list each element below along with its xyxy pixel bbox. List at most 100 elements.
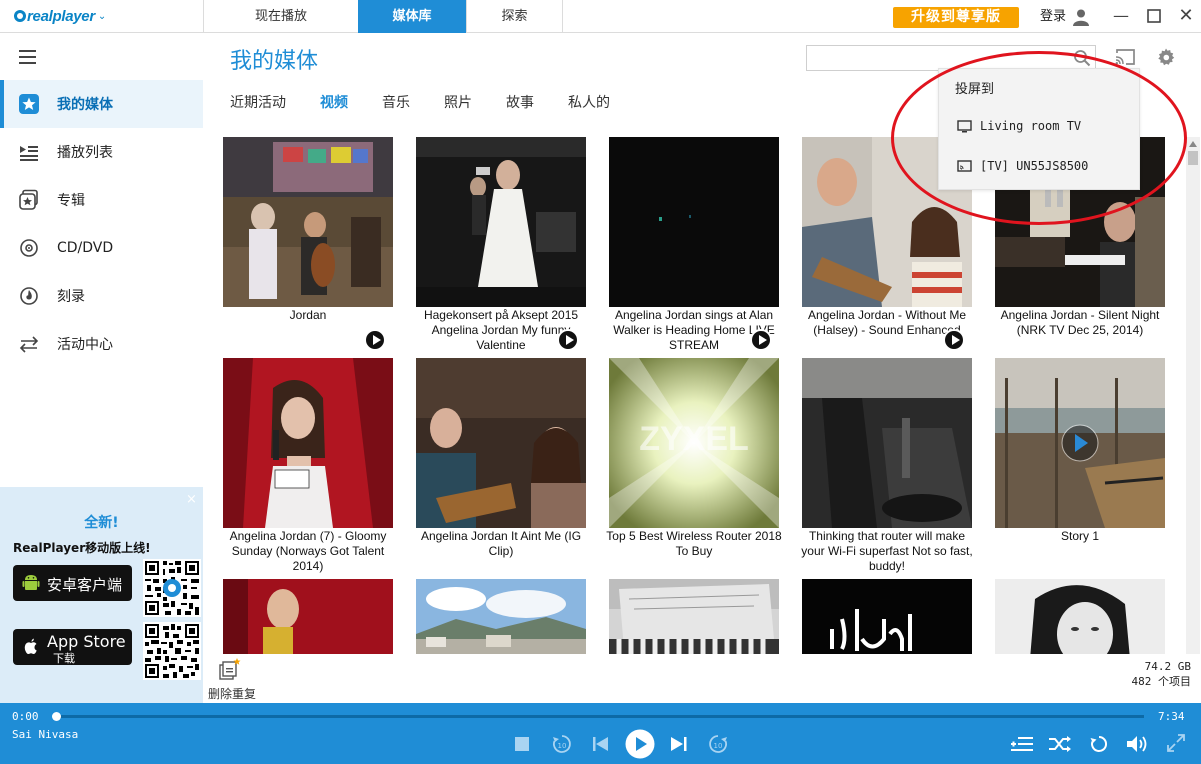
mobile-promo-panel: × 全新! RealPlayer移动版上线! 安卓客户端 App Store 下… [0,487,203,703]
sidebar-item-cd-dvd[interactable]: CD/DVD [0,224,203,272]
apple-icon [24,638,37,654]
android-client-button[interactable]: 安卓客户端 [13,565,132,601]
svg-text:ZYXEL: ZYXEL [639,420,749,458]
media-library-panel: 我的媒体 近期活动 视频 音乐 照片 故事 私人的 Jordan Hagekon… [203,33,1201,703]
android-qr-code [143,559,201,617]
monitor-icon [957,119,972,132]
video-thumbnail [223,358,393,528]
promo-close-button[interactable]: × [186,492,197,507]
user-icon[interactable] [1072,8,1090,26]
sidebar-item-label: CD/DVD [57,240,114,256]
minimize-button[interactable]: — [1111,6,1131,26]
shuffle-button[interactable] [1048,735,1072,753]
cast-tv-icon [957,159,972,172]
rewind-10-button[interactable]: 10 [552,734,572,754]
library-footer: 删除重复 74.2 GB 482 个项目 [203,654,1201,703]
repeat-button[interactable] [1089,734,1109,754]
video-thumbnail [609,579,779,654]
sidebar-item-label: 活动中心 [57,337,113,353]
sidebar-item-albums[interactable]: 专辑 [0,176,203,224]
video-grid: Jordan Hagekonsert på Aksept 2015 Angeli… [223,137,1185,654]
seek-knob[interactable] [52,712,61,721]
expand-icon [1167,734,1185,752]
stop-button[interactable] [514,736,530,752]
forward-10-icon: 10 [709,735,727,753]
cast-device-label: Living room TV [980,119,1082,133]
ios-qr-code [143,622,201,680]
search-icon[interactable] [1073,49,1091,67]
seek-bar[interactable] [56,715,1144,718]
play-icon[interactable] [943,329,965,351]
play-button[interactable] [625,729,655,759]
stop-icon [515,737,529,751]
sidebar-item-burn[interactable]: 刻录 [0,272,203,320]
forward-10-button[interactable]: 10 [708,734,728,754]
subtab-stories[interactable]: 故事 [506,92,534,112]
remove-duplicates-icon[interactable] [218,657,242,681]
play-icon[interactable] [750,329,772,351]
total-time: 7:34 [1158,710,1185,723]
player-bar: 0:00 7:34 Sai Nivasa 10 10 [0,703,1201,764]
cast-menu-title: 投屏到 [955,82,995,97]
tab-library[interactable]: 媒体库 [358,0,466,33]
playlist-queue-icon [1011,737,1033,751]
media-type-tabs: 近期活动 视频 音乐 照片 故事 私人的 [230,92,644,112]
sidebar-item-activity-center[interactable]: 活动中心 [0,320,203,368]
scrollbar-thumb[interactable] [1188,151,1198,165]
hamburger-menu-icon[interactable] [19,50,36,64]
maximize-button[interactable] [1144,6,1164,26]
app-store-button[interactable]: App Store 下载 [13,629,132,665]
cast-device-living-room-tv[interactable]: Living room TV [957,119,1081,133]
subtab-recent[interactable]: 近期活动 [230,92,286,112]
video-thumbnail [609,137,779,307]
video-title: Story 1 [1060,529,1099,543]
subtab-video[interactable]: 视频 [320,92,348,112]
fullscreen-button[interactable] [1167,734,1185,752]
svg-text:10: 10 [558,742,567,750]
subtab-music[interactable]: 音乐 [382,92,410,112]
playlist-button[interactable] [1010,735,1034,753]
track-name: Sai Nivasa [12,728,79,741]
sidebar-item-playlists[interactable]: 播放列表 [0,128,203,176]
tab-explore[interactable]: 探索 [466,0,563,33]
gear-icon[interactable] [1156,47,1176,67]
close-button[interactable]: ✕ [1176,6,1196,26]
login-link[interactable]: 登录 [1040,7,1066,27]
previous-button[interactable] [592,736,610,752]
sidebar-item-label: 刻录 [57,289,85,305]
current-time: 0:00 [12,710,39,723]
video-title: Top 5 Best Wireless Router 2018 To Buy [606,529,782,558]
video-thumbnail [995,358,1165,528]
subtab-photos[interactable]: 照片 [444,92,472,112]
realplayer-logo-menu[interactable]: realplayer ⌄ [14,5,106,27]
volume-button[interactable] [1126,735,1150,753]
cast-icon[interactable] [1114,48,1136,66]
video-title: Jordan [289,308,327,322]
video-thumbnail [995,579,1165,654]
video-thumbnail [223,137,393,307]
sidebar-item-my-media[interactable]: 我的媒体 [0,80,203,128]
cast-device-un55js8500[interactable]: [TV] UN55JS8500 [957,159,1088,173]
burn-icon [18,285,40,307]
play-icon[interactable] [364,329,386,351]
tab-now-playing[interactable]: 现在播放 [203,0,358,33]
subtab-private[interactable]: 私人的 [568,92,610,112]
rewind-10-icon: 10 [553,735,571,753]
app-store-download-label: 下载 [53,652,75,665]
album-icon [18,189,40,211]
remove-duplicates-label[interactable]: 删除重复 [208,685,256,702]
video-title: Angelina Jordan (7) - Gloomy Sunday (Nor… [229,529,387,573]
next-button[interactable] [670,736,688,752]
scroll-up-arrow-icon[interactable] [1189,141,1197,147]
android-icon [22,575,40,590]
svg-text:10: 10 [714,742,723,750]
play-icon[interactable] [557,329,579,351]
cast-to-menu: 投屏到 Living room TV [TV] UN55JS8500 [938,68,1140,190]
main-tabs: 现在播放 媒体库 探索 [203,0,563,33]
promo-new-label: 全新! [84,515,119,531]
video-thumbnail [416,579,586,654]
volume-icon [1127,736,1147,752]
vertical-scrollbar[interactable] [1186,137,1200,654]
activity-icon [18,333,40,355]
upgrade-button[interactable]: 升级到尊享版 [893,7,1019,28]
